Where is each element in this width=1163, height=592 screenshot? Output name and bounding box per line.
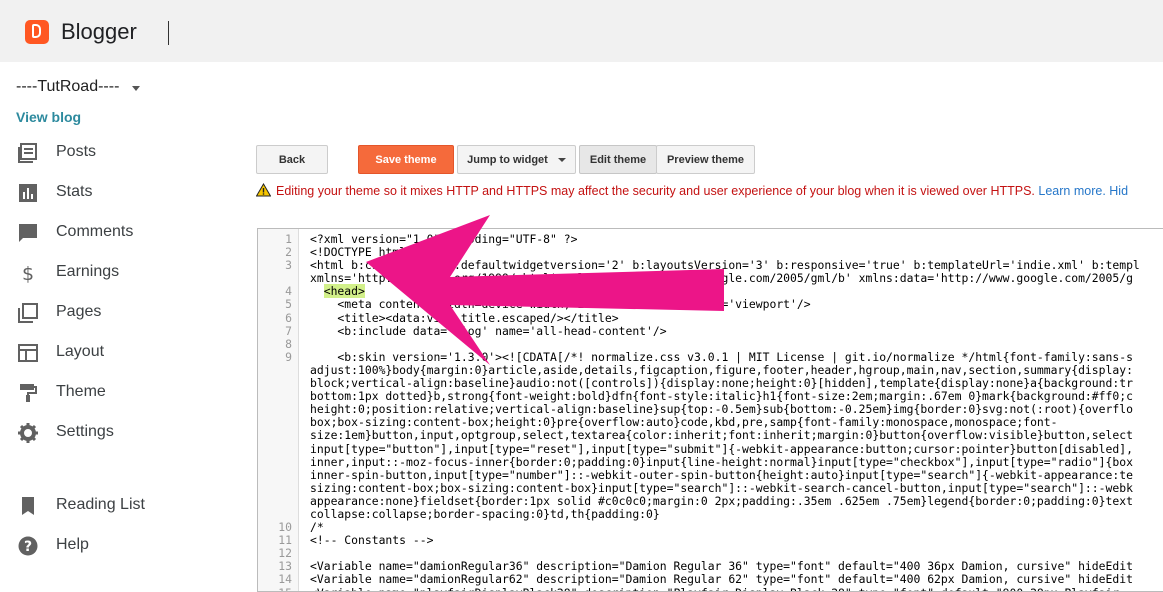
- header-divider: [168, 21, 169, 45]
- warning-text: Editing your theme so it mixes HTTP and …: [276, 184, 1035, 198]
- chevron-down-icon[interactable]: [132, 86, 140, 91]
- blogger-logo-icon[interactable]: [25, 20, 49, 44]
- bookmark-icon: [22, 497, 34, 515]
- chevron-down-icon: [557, 157, 566, 162]
- warning-icon: [256, 183, 271, 197]
- dollar-icon: $: [22, 263, 34, 283]
- sidebar-item-comments[interactable]: Comments: [0, 213, 240, 253]
- line-number: 8: [285, 336, 292, 351]
- sidebar-item-theme[interactable]: Theme: [0, 373, 240, 413]
- https-warning: Editing your theme so it mixes HTTP and …: [256, 183, 1163, 198]
- sidebar-item-label: Settings: [56, 423, 114, 440]
- pointer-arrow-icon: [366, 215, 724, 365]
- line-number: 15: [258, 586, 292, 591]
- blog-selector[interactable]: ----TutRoad----: [16, 78, 119, 96]
- posts-icon: [18, 143, 37, 163]
- code-text: sizing:content-box;box-sizing:content-bo…: [310, 480, 1133, 495]
- sidebar: ----TutRoad---- View blog Posts Stats Co…: [0, 62, 240, 592]
- top-bar: Blogger: [0, 0, 1163, 62]
- svg-text:$: $: [22, 263, 34, 283]
- preview-theme-button[interactable]: Preview theme: [656, 145, 755, 174]
- code-text: inner-spin-button,input[type="number"]::…: [310, 467, 1133, 482]
- code-line[interactable]: collapse:collapse;border-spacing:0}td,th…: [258, 506, 1163, 521]
- sidebar-item-label: Pages: [56, 303, 102, 320]
- code-text: collapse:collapse;border-spacing:0}td,th…: [310, 506, 660, 521]
- hide-link[interactable]: Hid: [1109, 184, 1128, 198]
- code-line[interactable]: appearance:none}fieldset{border:1px soli…: [258, 493, 1163, 508]
- code-line[interactable]: 15 <Variable name="playfairDisplayBlack28…: [258, 586, 1163, 591]
- back-button[interactable]: Back: [256, 145, 328, 174]
- sidebar-item-earnings[interactable]: $ Earnings: [0, 253, 240, 293]
- code-line[interactable]: 11 <!-- Constants -->: [258, 534, 1163, 547]
- sidebar-item-settings[interactable]: Settings: [0, 413, 240, 453]
- line-number: 9: [285, 349, 292, 364]
- paint-roller-icon: [20, 384, 37, 402]
- edit-theme-button[interactable]: Edit theme: [579, 145, 657, 174]
- sidebar-item-label: Theme: [56, 383, 106, 400]
- code-text: size:1em}button,input,optgroup,select,te…: [310, 428, 1133, 443]
- sidebar-item-posts[interactable]: Posts: [0, 133, 240, 173]
- code-line[interactable]: inner-spin-button,input[type="number"]::…: [258, 467, 1163, 482]
- sidebar-item-pages[interactable]: Pages: [0, 293, 240, 333]
- code-line[interactable]: input[type="button"],input[type="reset"]…: [258, 441, 1163, 456]
- code-line[interactable]: inner,input::-moz-focus-inner{border:0;p…: [258, 454, 1163, 469]
- comments-icon: [19, 224, 37, 242]
- sidebar-item-reading-list[interactable]: Reading List: [0, 486, 240, 526]
- code-line[interactable]: 14 <Variable name="damionRegular62" descr…: [258, 573, 1163, 586]
- brand-name: Blogger: [61, 19, 137, 44]
- code-line[interactable]: sizing:content-box;box-sizing:content-bo…: [258, 480, 1163, 495]
- code-text: input[type="button"],input[type="reset"]…: [310, 441, 1133, 456]
- code-text: <!-- Constants -->: [310, 533, 434, 548]
- view-blog-link[interactable]: View blog: [16, 109, 81, 125]
- sidebar-item-help[interactable]: ? Help: [0, 526, 240, 566]
- sidebar-item-label: Comments: [56, 223, 134, 240]
- sidebar-item-label: Layout: [56, 343, 105, 360]
- gear-icon: [18, 423, 38, 443]
- sidebar-item-label: Stats: [56, 183, 93, 200]
- code-text: appearance:none}fieldset{border:1px soli…: [310, 493, 1133, 508]
- code-line[interactable]: size:1em}button,input,optgroup,select,te…: [258, 429, 1163, 442]
- jump-to-widget-dropdown[interactable]: Jump to widget: [457, 145, 576, 174]
- sidebar-item-label: Posts: [56, 143, 97, 160]
- svg-text:?: ?: [24, 539, 32, 555]
- sidebar-item-label: Reading List: [56, 496, 145, 513]
- pages-icon: [18, 303, 38, 323]
- sidebar-item-label: Help: [56, 536, 89, 553]
- code-text: inner,input::-moz-focus-inner{border:0;p…: [310, 454, 1133, 469]
- sidebar-item-layout[interactable]: Layout: [0, 333, 240, 373]
- stats-icon: [19, 184, 37, 202]
- line-number: 5: [285, 297, 292, 312]
- code-text: <Variable name="playfairDisplayBlack28" …: [310, 586, 1119, 591]
- line-number: 14: [278, 572, 292, 587]
- help-icon: ?: [18, 536, 38, 556]
- line-number: 3: [285, 258, 292, 273]
- jump-to-widget-label: Jump to widget: [467, 153, 548, 166]
- layout-icon: [18, 344, 38, 362]
- sidebar-item-stats[interactable]: Stats: [0, 173, 240, 213]
- line-number: 6: [285, 310, 292, 325]
- save-theme-button[interactable]: Save theme: [358, 145, 454, 174]
- sidebar-item-label: Earnings: [56, 263, 120, 280]
- line-number: 7: [285, 323, 292, 338]
- learn-more-link[interactable]: Learn more.: [1038, 184, 1105, 198]
- code-text: <Variable name="damionRegular62" descrip…: [310, 572, 1133, 587]
